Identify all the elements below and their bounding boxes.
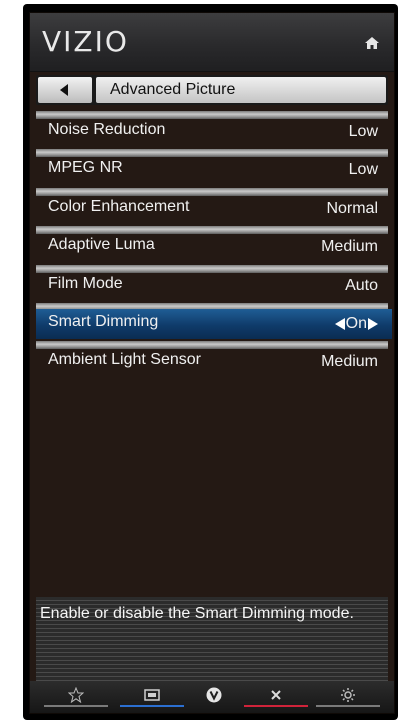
menu-item-label: Adaptive Luma [48,236,155,254]
menu-item-value: On [334,314,378,333]
menu-item-value: Auto [345,276,378,294]
menu-item-value: Medium [321,238,378,256]
close-icon [271,690,281,700]
description-area: Enable or disable the Smart Dimming mode… [36,597,388,681]
menu-list: Noise Reduction Low MPEG NR Low Color En… [30,111,394,380]
row-divider [36,341,388,350]
menu-panel: VIZIO Advanced Picture Noise Reduction L… [29,12,395,714]
menu-item-label: Ambient Light Sensor [48,351,201,369]
menu-item-ambient-light-sensor[interactable]: Ambient Light Sensor Medium [30,341,394,379]
menu-item-value: Low [348,161,378,179]
title-bar: Advanced Picture [36,75,388,105]
widescreen-icon [144,689,160,701]
favorites-button[interactable] [44,685,108,709]
menu-item-label: Noise Reduction [48,121,166,138]
header: VIZIO [30,13,394,72]
underline [316,705,380,707]
bottom-bar [30,681,394,713]
row-divider [36,111,388,119]
menu-item-smart-dimming[interactable]: Smart Dimming On [30,302,394,341]
page-title: Advanced Picture [110,81,236,98]
row-divider [36,149,388,158]
arrow-right-icon[interactable] [368,317,378,330]
underline [44,705,108,707]
menu-item-label: Film Mode [48,274,123,292]
home-icon[interactable] [364,35,380,51]
underline [244,705,308,707]
menu-item-adaptive-luma[interactable]: Adaptive Luma Medium [30,226,394,264]
settings-button[interactable] [316,685,380,709]
star-icon [68,687,84,703]
back-arrow-icon [60,84,68,96]
menu-item-value: Low [348,123,378,140]
menu-item-value: Medium [321,353,378,371]
description-text: Enable or disable the Smart Dimming mode… [40,605,354,622]
menu-item-value: Normal [326,199,378,217]
menu-item-label: MPEG NR [48,159,123,177]
option-value: On [345,314,367,332]
vizio-logo: VIZIO [42,25,129,58]
row-divider [36,264,388,273]
row-divider [36,187,388,196]
vizio-button[interactable] [182,685,246,709]
menu-item-color-enhancement[interactable]: Color Enhancement Normal [30,187,394,226]
underline [120,705,184,707]
arrow-left-icon[interactable] [334,317,345,330]
menu-item-label: Color Enhancement [48,197,190,215]
menu-item-mpeg-nr[interactable]: MPEG NR Low [30,149,394,187]
menu-item-label: Smart Dimming [48,312,159,330]
row-divider [36,226,388,235]
page-title-bar: Advanced Picture [96,77,386,103]
wide-button[interactable] [120,685,184,709]
menu-item-noise-reduction[interactable]: Noise Reduction Low [30,111,394,149]
exit-button[interactable] [244,685,308,709]
gear-icon [341,688,355,702]
vizio-v-icon [206,687,222,703]
menu-item-film-mode[interactable]: Film Mode Auto [30,264,394,303]
back-button[interactable] [38,77,92,103]
